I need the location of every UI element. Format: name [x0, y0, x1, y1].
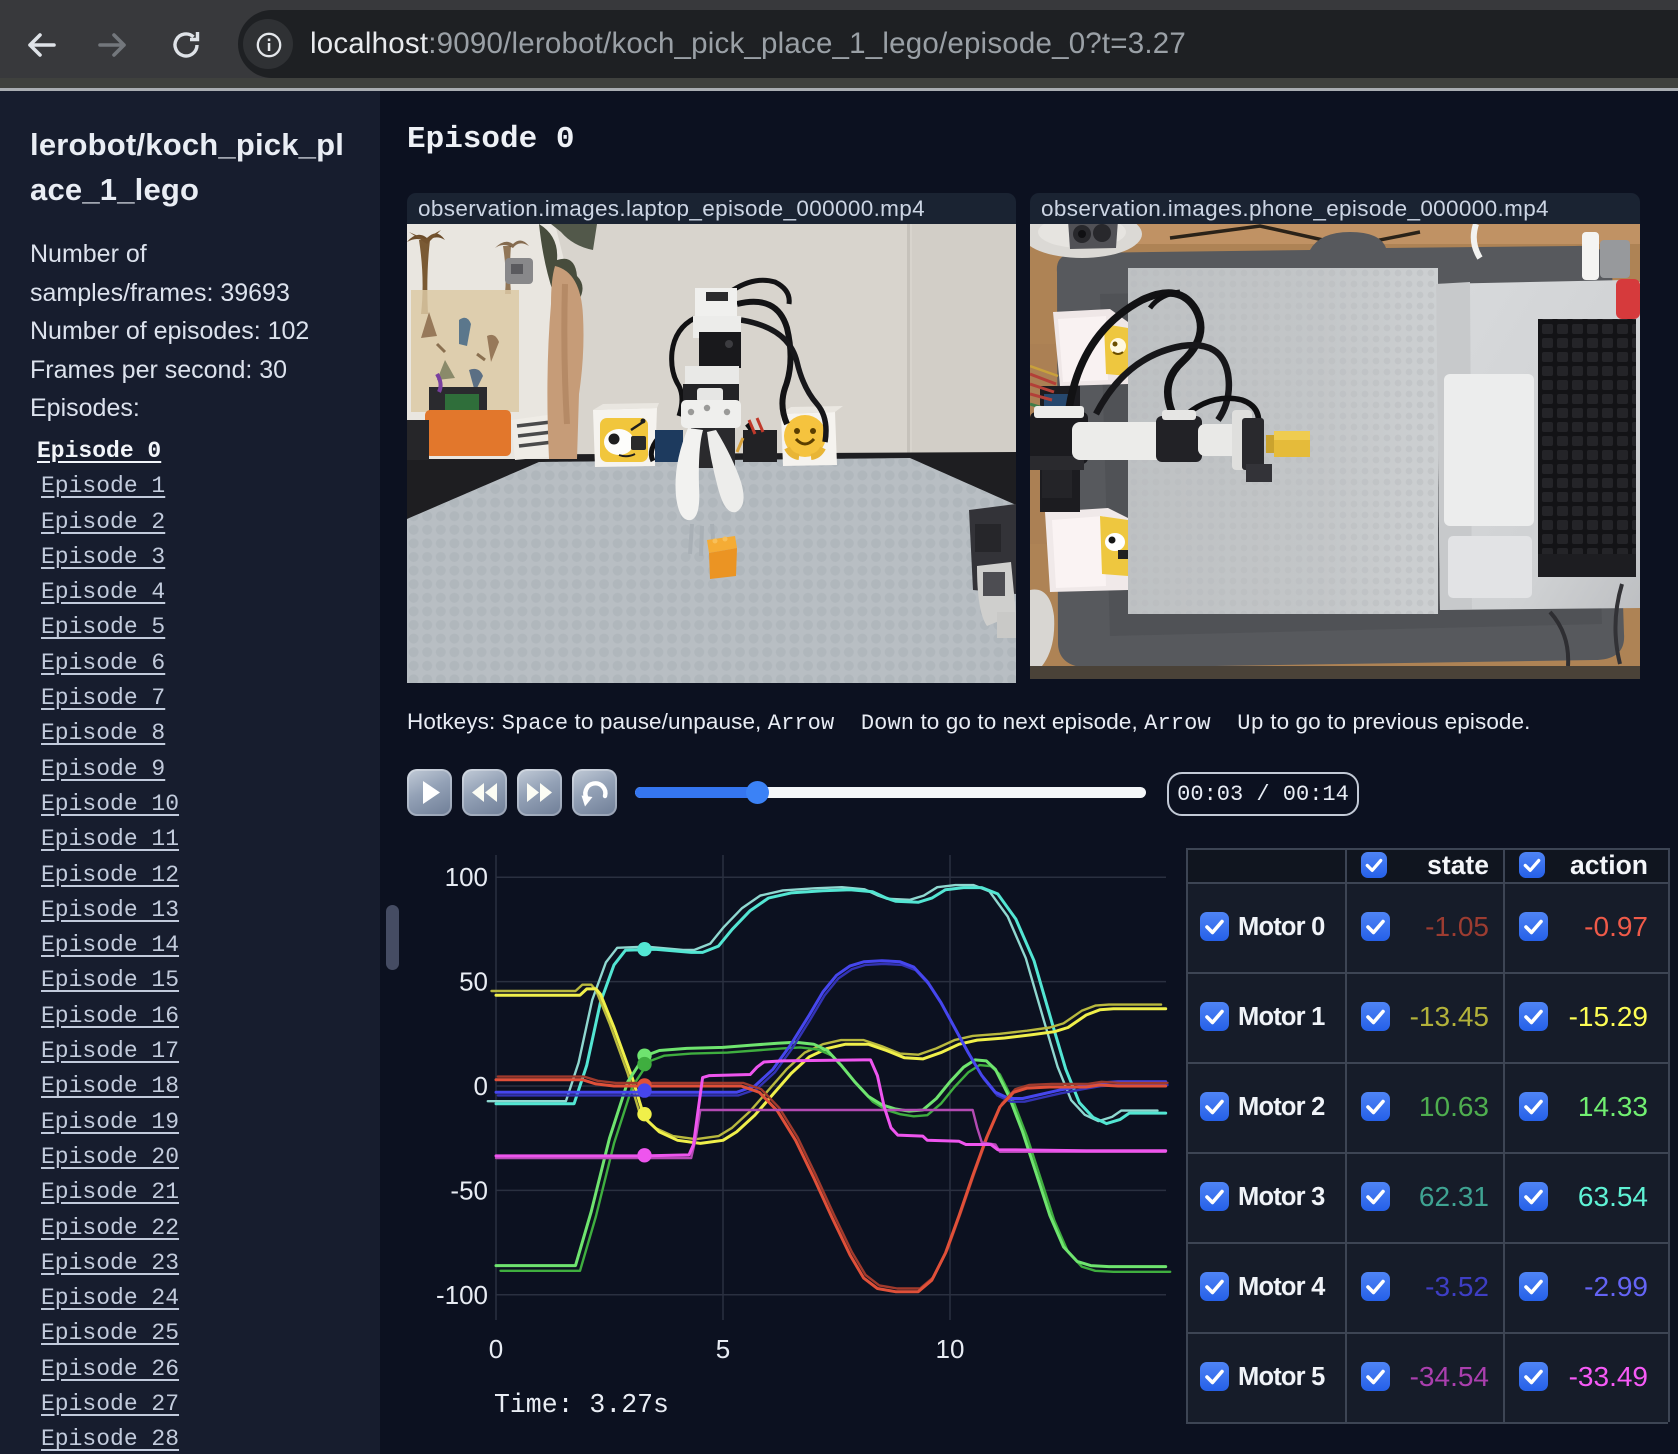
svg-text:5: 5	[716, 1334, 730, 1364]
svg-text:0: 0	[474, 1071, 488, 1101]
svg-text:-50: -50	[450, 1175, 488, 1205]
svg-text:0: 0	[489, 1334, 503, 1364]
svg-text:10: 10	[936, 1334, 965, 1364]
svg-text:100: 100	[445, 862, 488, 892]
svg-text:50: 50	[459, 967, 488, 997]
svg-text:-100: -100	[436, 1280, 488, 1310]
